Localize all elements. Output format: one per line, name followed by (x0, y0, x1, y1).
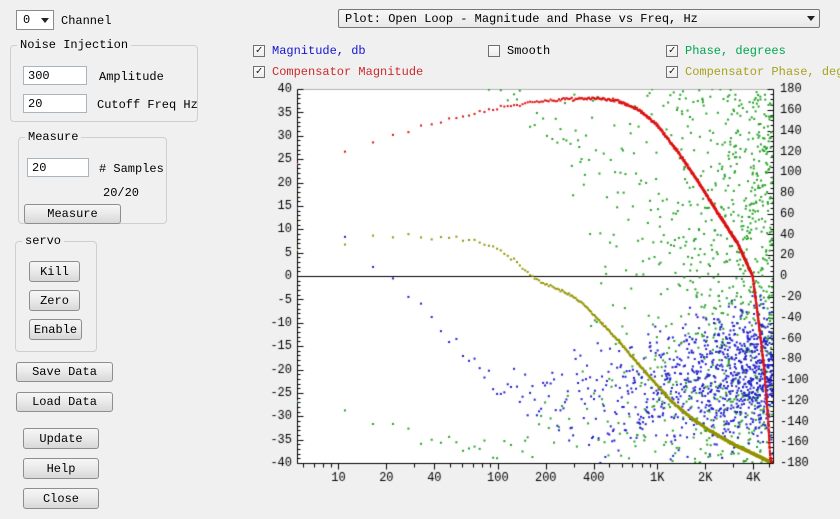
noise-injection-title: Noise Injection (17, 38, 131, 52)
app-window: { "header": { "channel": { "value": "0",… (0, 0, 840, 519)
amplitude-input[interactable] (23, 66, 87, 85)
update-button[interactable]: Update (23, 428, 99, 449)
load-data-button[interactable]: Load Data (16, 392, 113, 412)
chevron-down-icon (41, 18, 49, 23)
plot-type-dropdown[interactable]: Plot: Open Loop - Magnitude and Phase vs… (338, 9, 820, 28)
plot-type-value: Plot: Open Loop - Magnitude and Phase vs… (345, 12, 698, 26)
servo-title: servo (22, 234, 64, 248)
phase-toggle-label: Phase, degrees (685, 44, 786, 58)
checkbox-icon[interactable] (488, 45, 500, 57)
compensator-phase-toggle[interactable]: ✓ Compensator Phase, deg (666, 65, 840, 79)
magnitude-toggle-label: Magnitude, db (272, 44, 366, 58)
phase-toggle[interactable]: ✓ Phase, degrees (666, 44, 786, 58)
checkbox-icon[interactable]: ✓ (666, 45, 678, 57)
channel-select[interactable]: 0 (16, 10, 54, 30)
save-data-button[interactable]: Save Data (16, 362, 113, 382)
samples-input[interactable] (27, 158, 89, 177)
cutoff-freq-input[interactable] (23, 94, 87, 113)
compensator-magnitude-toggle[interactable]: ✓ Compensator Magnitude (253, 65, 423, 79)
amplitude-label: Amplitude (99, 70, 164, 84)
compensator-phase-toggle-label: Compensator Phase, deg (685, 65, 840, 79)
checkbox-icon[interactable]: ✓ (666, 66, 678, 78)
zero-button[interactable]: Zero (29, 290, 80, 311)
cutoff-freq-label: Cutoff Freq Hz (97, 98, 198, 112)
measure-group: Measure # Samples 20/20 Measure (18, 130, 167, 224)
enable-button[interactable]: Enable (29, 319, 82, 340)
help-button[interactable]: Help (23, 458, 99, 479)
channel-value: 0 (23, 13, 30, 27)
channel-label: Channel (61, 14, 111, 28)
smooth-toggle[interactable]: Smooth (488, 44, 550, 58)
servo-group: servo Kill Zero Enable (15, 234, 97, 352)
samples-label: # Samples (99, 162, 164, 176)
checkbox-icon[interactable]: ✓ (253, 45, 265, 57)
close-button[interactable]: Close (23, 488, 99, 509)
smooth-toggle-label: Smooth (507, 44, 550, 58)
magnitude-toggle[interactable]: ✓ Magnitude, db (253, 44, 366, 58)
checkbox-icon[interactable]: ✓ (253, 66, 265, 78)
samples-progress: 20/20 (103, 186, 139, 200)
kill-button[interactable]: Kill (29, 261, 80, 282)
measure-button[interactable]: Measure (24, 204, 121, 224)
bode-plot-canvas (255, 80, 840, 495)
measure-title: Measure (25, 130, 81, 144)
noise-injection-group: Noise Injection Amplitude Cutoff Freq Hz (10, 38, 198, 122)
chevron-down-icon (807, 16, 815, 21)
compensator-magnitude-toggle-label: Compensator Magnitude (272, 65, 423, 79)
